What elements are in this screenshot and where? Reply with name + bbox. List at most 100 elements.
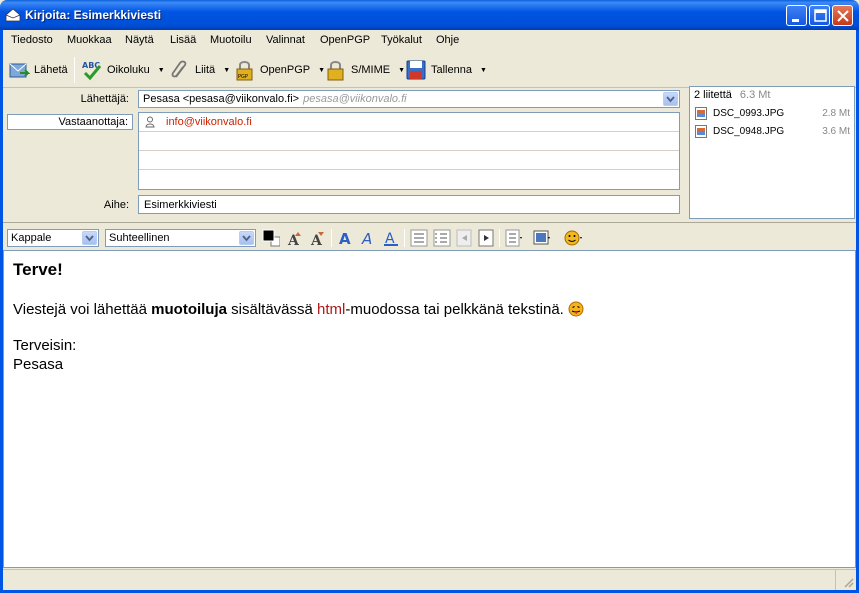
attach-dropdown-icon[interactable]: ▼ — [223, 67, 230, 74]
font-select[interactable]: Suhteellinen — [105, 229, 256, 247]
attach-label: Liitä — [195, 64, 216, 76]
status-bar — [3, 569, 856, 590]
recipient-type-select[interactable]: Vastaanottaja: — [7, 114, 133, 130]
save-dropdown-icon[interactable]: ▼ — [480, 67, 487, 74]
bold-icon[interactable]: A — [337, 229, 355, 247]
message-body-editor[interactable]: Terve! Viestejä voi lähettää muotoiluja … — [3, 250, 856, 568]
font-dropdown-button[interactable] — [239, 231, 254, 245]
recipient-address[interactable]: info@viikonvalo.fi — [166, 116, 252, 128]
close-icon — [837, 10, 849, 22]
smiley-icon[interactable] — [564, 229, 582, 247]
format-separator — [499, 229, 500, 247]
chevron-down-icon — [85, 235, 94, 242]
menu-file[interactable]: Tiedosto — [11, 34, 53, 46]
maximize-button[interactable] — [809, 5, 830, 26]
menu-options[interactable]: Valinnat — [266, 34, 305, 46]
send-icon — [9, 63, 30, 78]
attachment-name: DSC_0948.JPG — [713, 126, 785, 137]
attachment-summary: 2 liitettä 6.3 Mt — [694, 89, 771, 101]
body-closing: Terveisin: — [13, 337, 77, 354]
recipient-row-empty[interactable] — [139, 170, 679, 189]
menu-insert[interactable]: Lisää — [170, 34, 196, 46]
openpgp-label: OpenPGP — [260, 64, 311, 76]
attachment-item[interactable]: DSC_0993.JPG 2.8 Mt — [694, 106, 852, 122]
outdent-icon[interactable] — [455, 229, 473, 247]
maximize-icon — [814, 9, 827, 22]
from-value-wrap: Pesasa <pesasa@viikonvalo.fi> pesasa@viik… — [143, 93, 407, 105]
menu-edit[interactable]: Muokkaa — [67, 34, 112, 46]
format-separator — [404, 229, 405, 247]
body-text: -muodossa tai pelkkänä tekstinä. — [345, 301, 564, 318]
menu-format[interactable]: Muotoilu — [210, 34, 252, 46]
chevron-down-icon — [242, 235, 251, 242]
body-text: Viestejä voi lähettää — [13, 301, 152, 318]
status-separator — [835, 570, 836, 590]
attachment-item[interactable]: DSC_0948.JPG 3.6 Mt — [694, 124, 852, 140]
menu-tools[interactable]: Työkalut — [381, 34, 422, 46]
close-button[interactable] — [832, 5, 853, 26]
font-size-larger-icon[interactable]: A — [309, 229, 327, 247]
recipient-row-empty[interactable] — [139, 151, 679, 170]
body-bold-text: muotoiluja — [151, 301, 227, 318]
resize-grip-icon[interactable] — [842, 576, 854, 588]
save-button[interactable]: Tallenna ▼ — [405, 57, 487, 83]
font-value: Suhteellinen — [109, 232, 170, 244]
floppy-disk-icon — [406, 60, 426, 80]
paperclip-icon — [171, 60, 187, 78]
underline-icon[interactable]: A — [382, 229, 400, 247]
minimize-button[interactable] — [786, 5, 807, 26]
person-icon — [145, 116, 155, 128]
smime-lock-icon — [327, 61, 344, 81]
recipient-row[interactable]: info@viikonvalo.fi — [139, 113, 679, 132]
recipient-row-empty[interactable] — [139, 132, 679, 151]
attachment-pane[interactable]: 2 liitettä 6.3 Mt DSC_0993.JPG 2.8 Mt DSC… — [689, 86, 855, 219]
attachment-count: 2 liitettä — [694, 89, 732, 101]
from-select[interactable]: Pesasa <pesasa@viikonvalo.fi> pesasa@viik… — [138, 90, 680, 108]
menu-openpgp[interactable]: OpenPGP — [320, 34, 370, 46]
subject-value: Esimerkkiviesti — [144, 199, 217, 211]
body-red-text: html — [317, 301, 346, 318]
spellcheck-dropdown-icon[interactable]: ▼ — [158, 67, 165, 74]
paragraph-style-value: Kappale — [11, 232, 52, 244]
svg-text:A: A — [361, 230, 372, 247]
attachment-total-size: 6.3 Mt — [739, 89, 771, 101]
paragraph-style-select[interactable]: Kappale — [7, 229, 99, 247]
body-paragraph: Viestejä voi lähettää muotoiluja sisältä… — [13, 301, 584, 318]
body-signature: Pesasa — [13, 356, 64, 373]
spellcheck-button[interactable]: ABC Oikoluku ▼ — [81, 57, 165, 83]
recipient-list[interactable]: info@viikonvalo.fi — [138, 112, 680, 190]
font-size-smaller-icon[interactable]: A — [286, 229, 304, 247]
openpgp-button[interactable]: PGP OpenPGP ▼ — [234, 57, 325, 83]
from-dropdown-button[interactable] — [663, 92, 678, 106]
format-separator — [331, 229, 332, 247]
bulleted-list-icon[interactable] — [410, 229, 428, 247]
italic-icon[interactable]: A — [360, 229, 378, 247]
smime-label: S/MIME — [351, 64, 391, 76]
minimize-icon — [792, 19, 799, 22]
image-file-icon — [695, 107, 707, 120]
align-icon[interactable] — [505, 229, 523, 247]
from-identity: pesasa@viikonvalo.fi — [303, 93, 407, 105]
numbered-list-icon[interactable] — [433, 229, 451, 247]
from-label: Lähettäjä: — [80, 93, 129, 105]
menu-view[interactable]: Näytä — [125, 34, 154, 46]
menu-help[interactable]: Ohje — [436, 34, 459, 46]
insert-image-icon[interactable] — [533, 229, 551, 247]
body-text: sisältävässä — [226, 301, 318, 318]
text-color-icon[interactable] — [262, 229, 280, 247]
main-toolbar: Lähetä ABC Oikoluku ▼ Liitä ▼ PGP OpenPG… — [3, 51, 856, 88]
indent-icon[interactable] — [477, 229, 495, 247]
attach-button[interactable]: Liitä ▼ — [169, 57, 230, 83]
from-value: Pesasa <pesasa@viikonvalo.fi> — [143, 93, 300, 105]
subject-label: Aihe: — [103, 199, 129, 211]
compose-app-icon — [5, 8, 21, 22]
message-header: Lähettäjä: Pesasa <pesasa@viikonvalo.fi>… — [3, 88, 686, 221]
window-title: Kirjoita: Esimerkkiviesti — [25, 8, 162, 22]
menu-bar: Tiedosto Muokkaa Näytä Lisää Muotoilu Va… — [3, 30, 856, 51]
send-button[interactable]: Lähetä — [8, 57, 68, 83]
subject-field[interactable]: Esimerkkiviesti — [138, 195, 680, 214]
attachment-size: 3.6 Mt — [822, 126, 850, 137]
smime-button[interactable]: S/MIME ▼ — [325, 57, 405, 83]
paragraph-dropdown-button[interactable] — [82, 231, 97, 245]
send-label: Lähetä — [34, 64, 68, 76]
